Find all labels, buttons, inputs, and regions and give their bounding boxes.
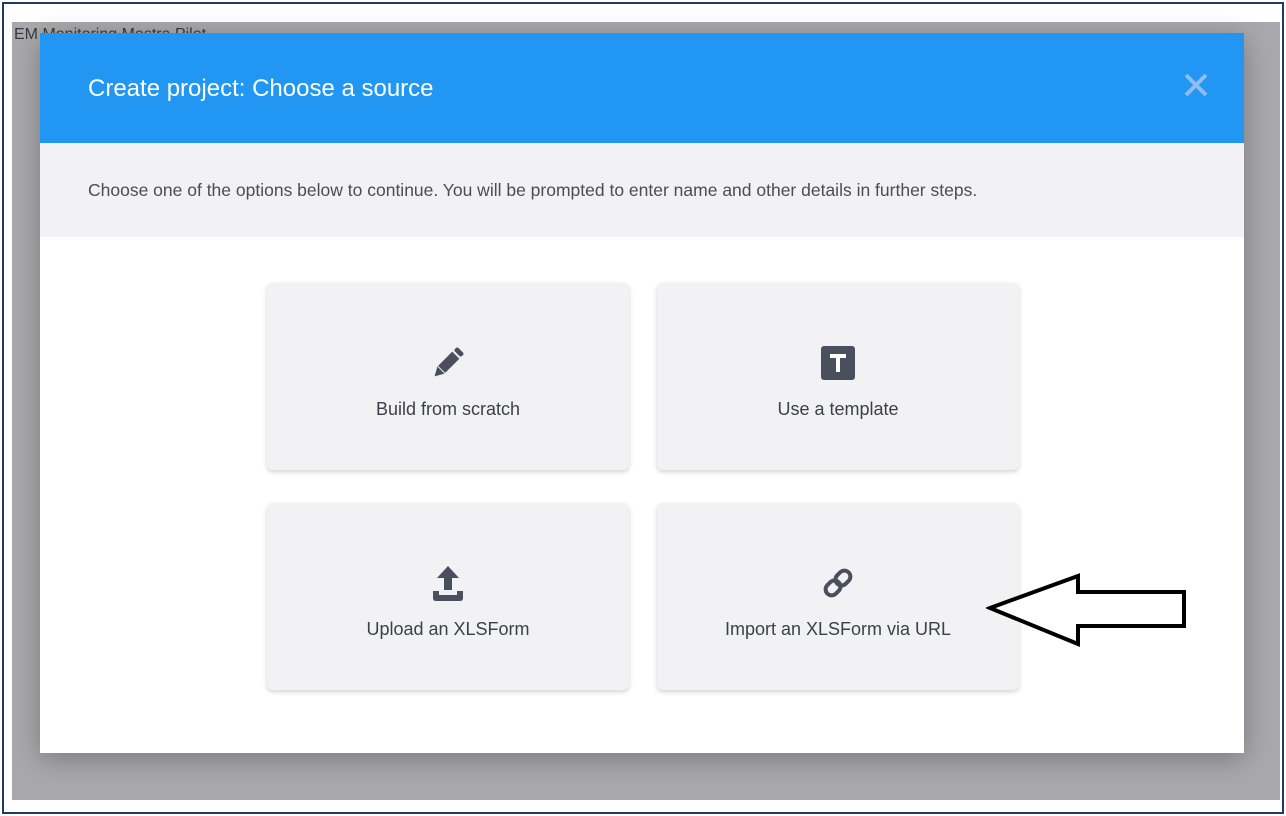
close-icon [1184, 73, 1208, 97]
template-icon [816, 341, 860, 385]
option-label: Import an XLSForm via URL [724, 619, 952, 639]
option-build-from-scratch[interactable]: Build from scratch [267, 283, 629, 470]
modal-title: Create project: Choose a source [88, 75, 434, 102]
option-label: Upload an XLSForm [366, 619, 530, 639]
close-button[interactable] [1178, 67, 1214, 103]
callout-arrow-icon [986, 573, 1186, 647]
upload-icon [426, 561, 470, 605]
option-import-xlsform-url[interactable]: Import an XLSForm via URL [657, 503, 1019, 690]
option-label: Use a template [777, 399, 899, 419]
modal-header: Create project: Choose a source [40, 33, 1244, 143]
pencil-icon [426, 341, 470, 385]
option-use-template[interactable]: Use a template [657, 283, 1019, 470]
modal-instructions: Choose one of the options below to conti… [40, 143, 1244, 237]
screenshot-frame: EM Monitoring Mostra Pilot Create projec… [2, 2, 1284, 814]
instructions-text: Choose one of the options below to conti… [88, 180, 978, 200]
option-upload-xlsform[interactable]: Upload an XLSForm [267, 503, 629, 690]
link-icon [816, 561, 860, 605]
option-label: Build from scratch [375, 399, 521, 419]
